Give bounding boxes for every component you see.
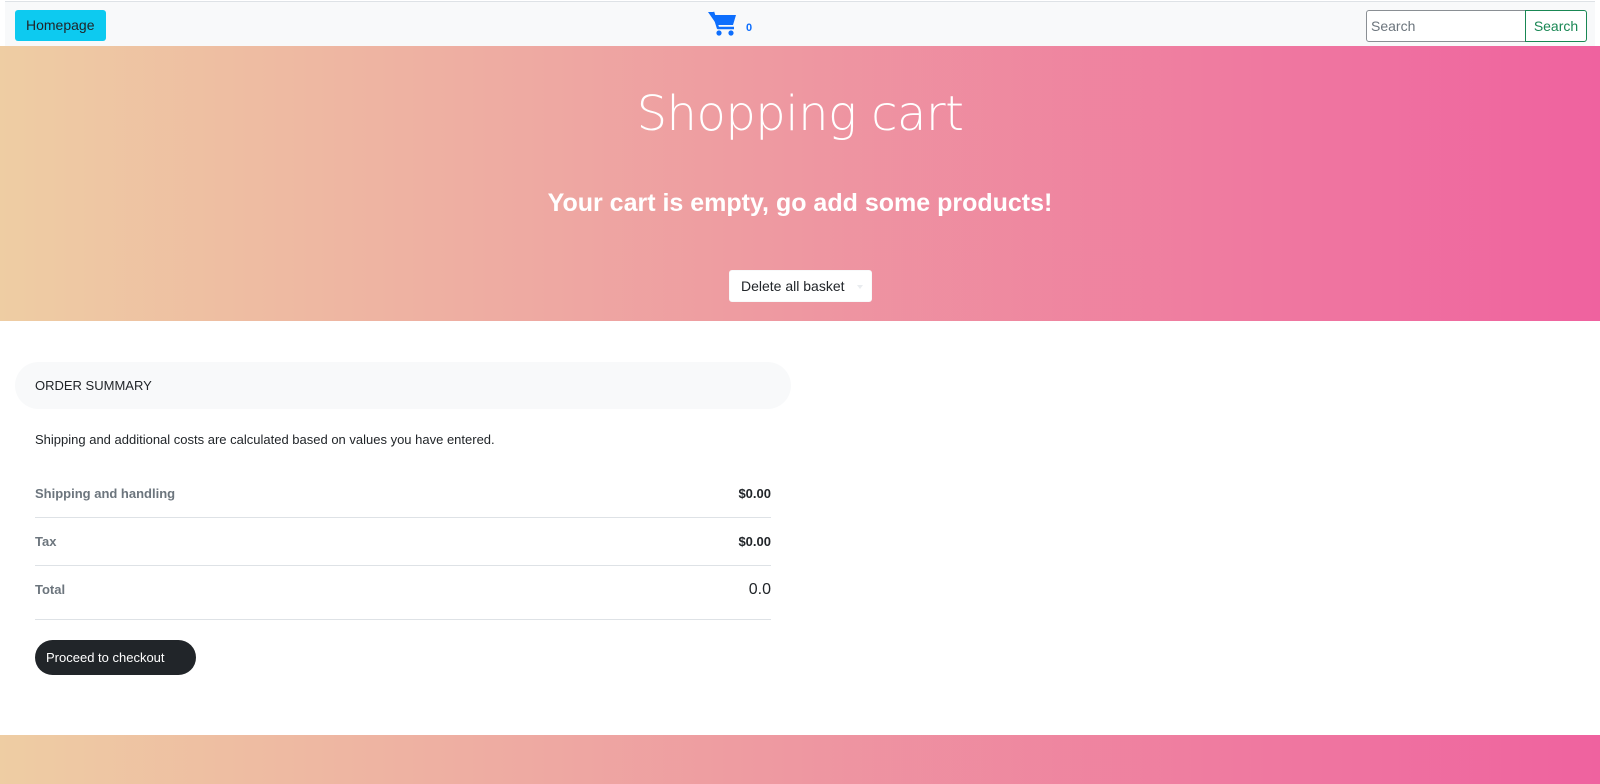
caret-down-icon bbox=[856, 285, 863, 290]
delete-all-basket-label: Delete all basket bbox=[741, 278, 845, 294]
summary-row-value: $0.00 bbox=[738, 534, 771, 549]
navbar: Homepage 0 Search bbox=[5, 1, 1595, 46]
summary-row-tax: Tax $0.00 bbox=[35, 518, 771, 566]
order-summary-header: ORDER SUMMARY bbox=[15, 362, 791, 409]
summary-row-label: Tax bbox=[35, 534, 57, 549]
summary-row-total: Total 0.0 bbox=[35, 566, 771, 620]
proceed-to-checkout-button[interactable]: Proceed to checkout bbox=[35, 640, 196, 675]
cart-count-badge: 0 bbox=[746, 22, 753, 34]
shopping-cart-icon bbox=[708, 11, 736, 36]
search-input[interactable] bbox=[1366, 10, 1526, 42]
summary-row-label: Shipping and handling bbox=[35, 486, 176, 501]
summary-row-shipping: Shipping and handling $0.00 bbox=[35, 470, 771, 518]
summary-row-value: $0.00 bbox=[738, 486, 771, 501]
hero-banner: Shopping cart Your cart is empty, go add… bbox=[0, 46, 1600, 321]
summary-row-label: Total bbox=[35, 582, 66, 597]
homepage-button[interactable]: Homepage bbox=[15, 10, 106, 41]
search-button[interactable]: Search bbox=[1525, 10, 1587, 42]
summary-total-value: 0.0 bbox=[748, 580, 771, 598]
cart-link[interactable]: 0 bbox=[708, 10, 752, 37]
empty-cart-message: Your cart is empty, go add some products… bbox=[547, 189, 1053, 217]
delete-all-basket-button[interactable]: Delete all basket bbox=[729, 270, 872, 302]
page-title: Shopping cart bbox=[636, 86, 964, 142]
order-summary-note: Shipping and additional costs are calcul… bbox=[35, 432, 495, 447]
footer-banner bbox=[0, 735, 1600, 784]
